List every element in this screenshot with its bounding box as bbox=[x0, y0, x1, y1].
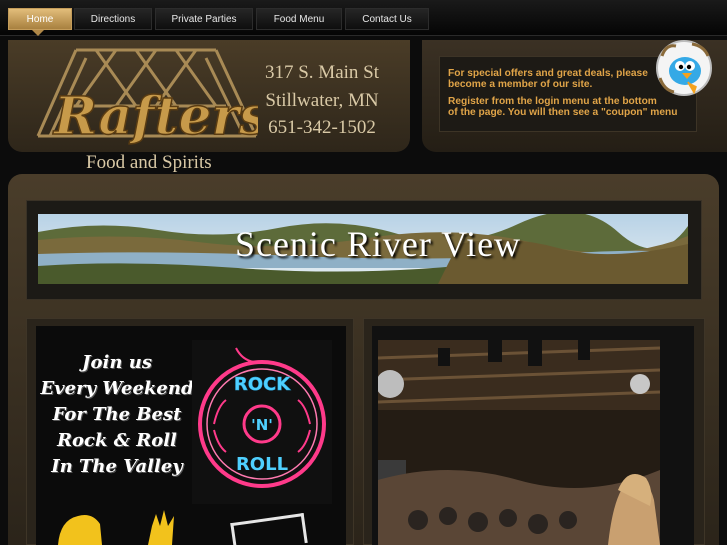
address-street: 317 S. Main St bbox=[264, 62, 380, 83]
event-line-2: Every Weekend bbox=[40, 378, 194, 399]
event-line-3: For The Best bbox=[52, 404, 182, 425]
rafters-logo[interactable]: Rafters bbox=[36, 46, 258, 156]
event-line-5: In The Valley bbox=[51, 456, 183, 477]
nav-active-indicator bbox=[32, 30, 44, 36]
rock-n-roll-neon-sign: ROCK 'N' ROLL bbox=[192, 340, 332, 504]
event-line-1: Join us bbox=[82, 352, 152, 373]
banner-title: Scenic River View bbox=[234, 224, 522, 264]
neon-roll-text: ROLL bbox=[236, 454, 288, 475]
logo-text: Rafters bbox=[52, 86, 258, 147]
nav-directions[interactable]: Directions bbox=[74, 8, 152, 30]
neon-rock-text: ROCK bbox=[234, 374, 291, 395]
rock-hand-icon bbox=[48, 506, 188, 545]
promo-line-4: of the page. You will then see a "coupon… bbox=[448, 107, 678, 118]
tagline: Food and Spirits bbox=[86, 152, 212, 173]
neon-n-text: 'N' bbox=[251, 416, 273, 434]
event-line-4: Rock & Roll bbox=[57, 430, 177, 451]
nav-home[interactable]: Home bbox=[8, 8, 72, 30]
venue-interior-photo bbox=[378, 340, 660, 545]
nav-contact-us[interactable]: Contact Us bbox=[345, 8, 429, 30]
nav-food-menu[interactable]: Food Menu bbox=[256, 8, 342, 30]
twitter-bird-icon[interactable] bbox=[652, 38, 716, 98]
top-nav: Home Directions Private Parties Food Men… bbox=[0, 0, 727, 36]
nav-private-parties[interactable]: Private Parties bbox=[155, 8, 253, 30]
address-city: Stillwater, MN bbox=[265, 90, 379, 111]
phone-number[interactable]: 651-342-1502 bbox=[262, 117, 382, 139]
